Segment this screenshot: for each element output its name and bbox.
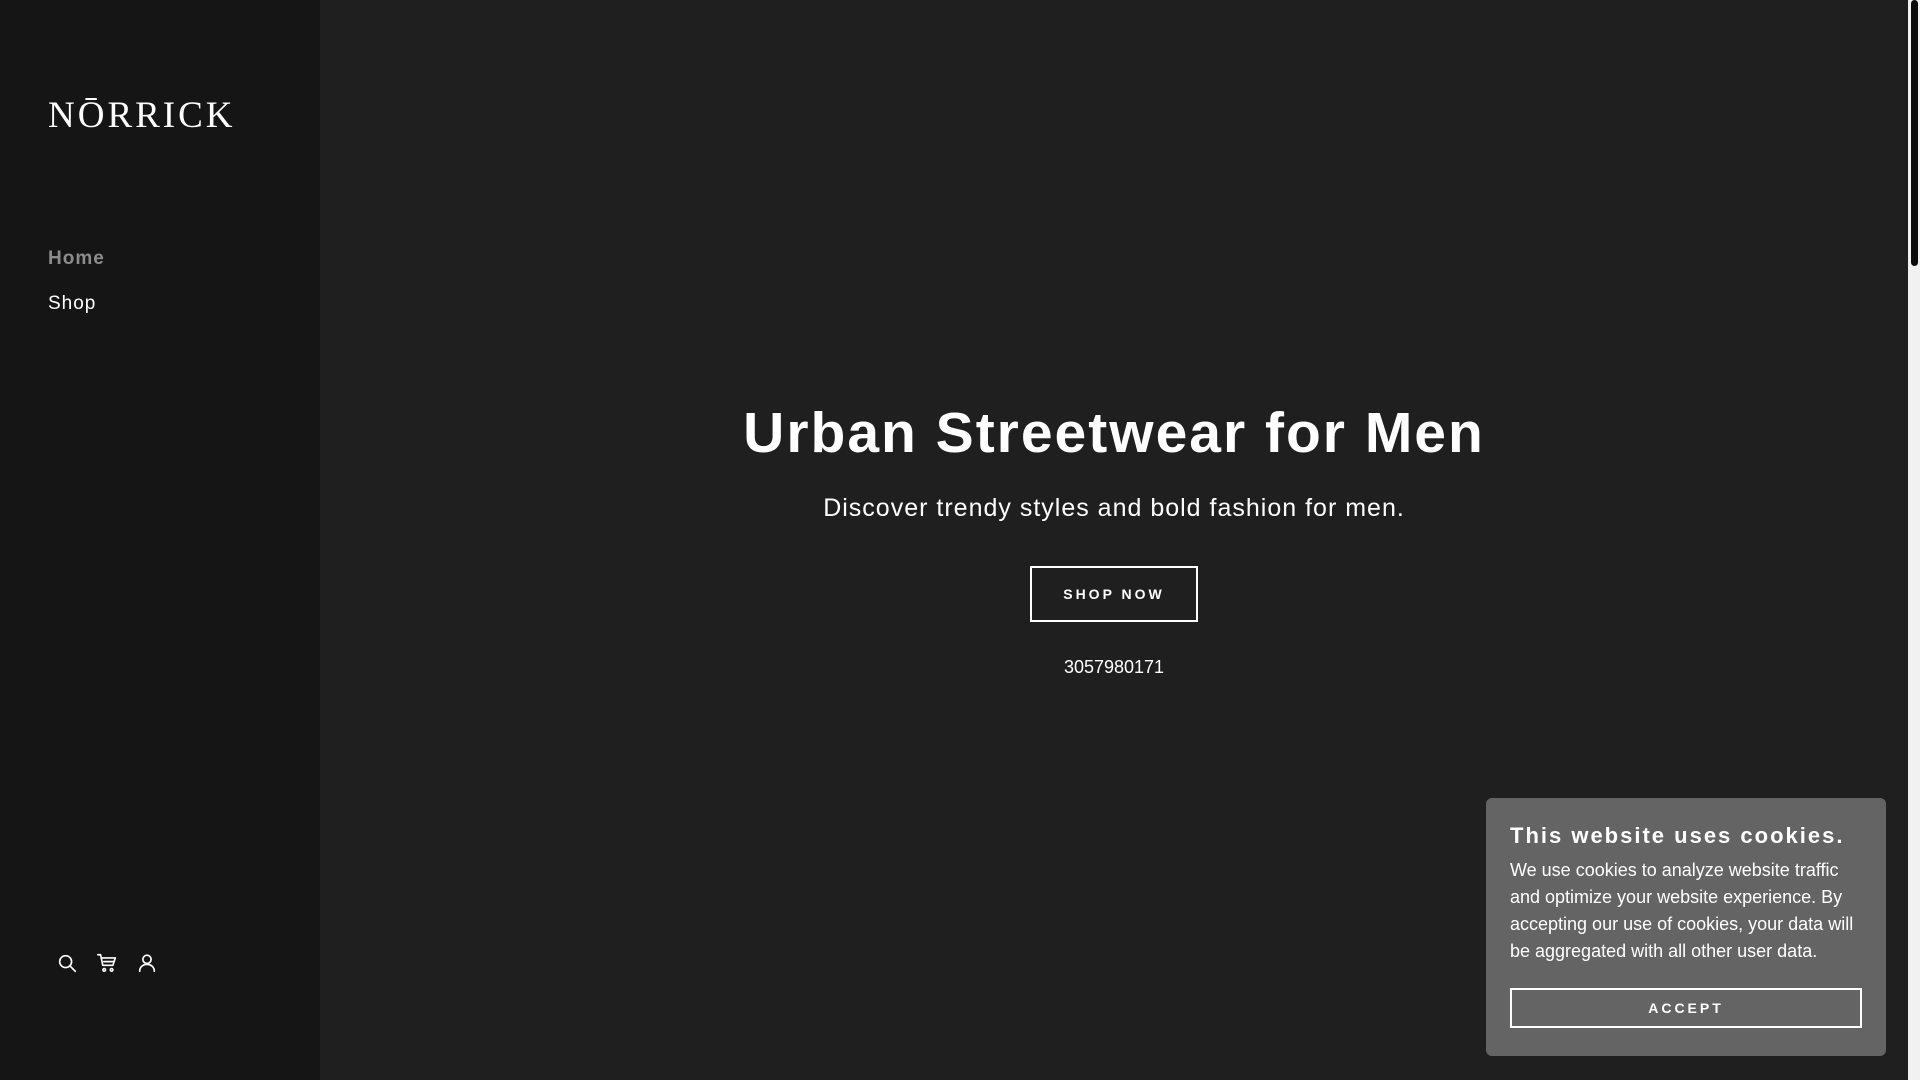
search-icon[interactable] (56, 950, 78, 976)
nav-item-home[interactable]: Home (48, 246, 105, 272)
hero-subtitle: Discover trendy styles and bold fashion … (823, 494, 1405, 522)
sidebar: NŌRRICK Home Shop (0, 0, 320, 1080)
page: NŌRRICK Home Shop Urban Streetwear for M… (0, 0, 1920, 1080)
cookie-banner-text: We use cookies to analyze website traffi… (1510, 860, 1854, 961)
site-logo[interactable]: NŌRRICK (48, 94, 236, 138)
scrollbar-thumb[interactable] (1911, 0, 1918, 266)
cart-icon[interactable] (96, 950, 118, 976)
shop-now-button[interactable]: SHOP NOW (1030, 566, 1198, 622)
hero-title: Urban Streetwear for Men (743, 401, 1485, 465)
main-nav: Home Shop (48, 246, 105, 336)
accept-cookies-button[interactable]: ACCEPT (1510, 988, 1862, 1028)
phone-number[interactable]: 3057980171 (320, 656, 1908, 678)
nav-item-shop[interactable]: Shop (48, 291, 105, 317)
account-icon[interactable] (136, 950, 158, 976)
sidebar-icon-bar (56, 950, 158, 976)
cookie-banner: This website uses cookies. We use cookie… (1486, 798, 1886, 1056)
page-scrollbar[interactable] (1908, 0, 1920, 1080)
cookie-banner-title: This website uses cookies. (1510, 823, 1845, 848)
